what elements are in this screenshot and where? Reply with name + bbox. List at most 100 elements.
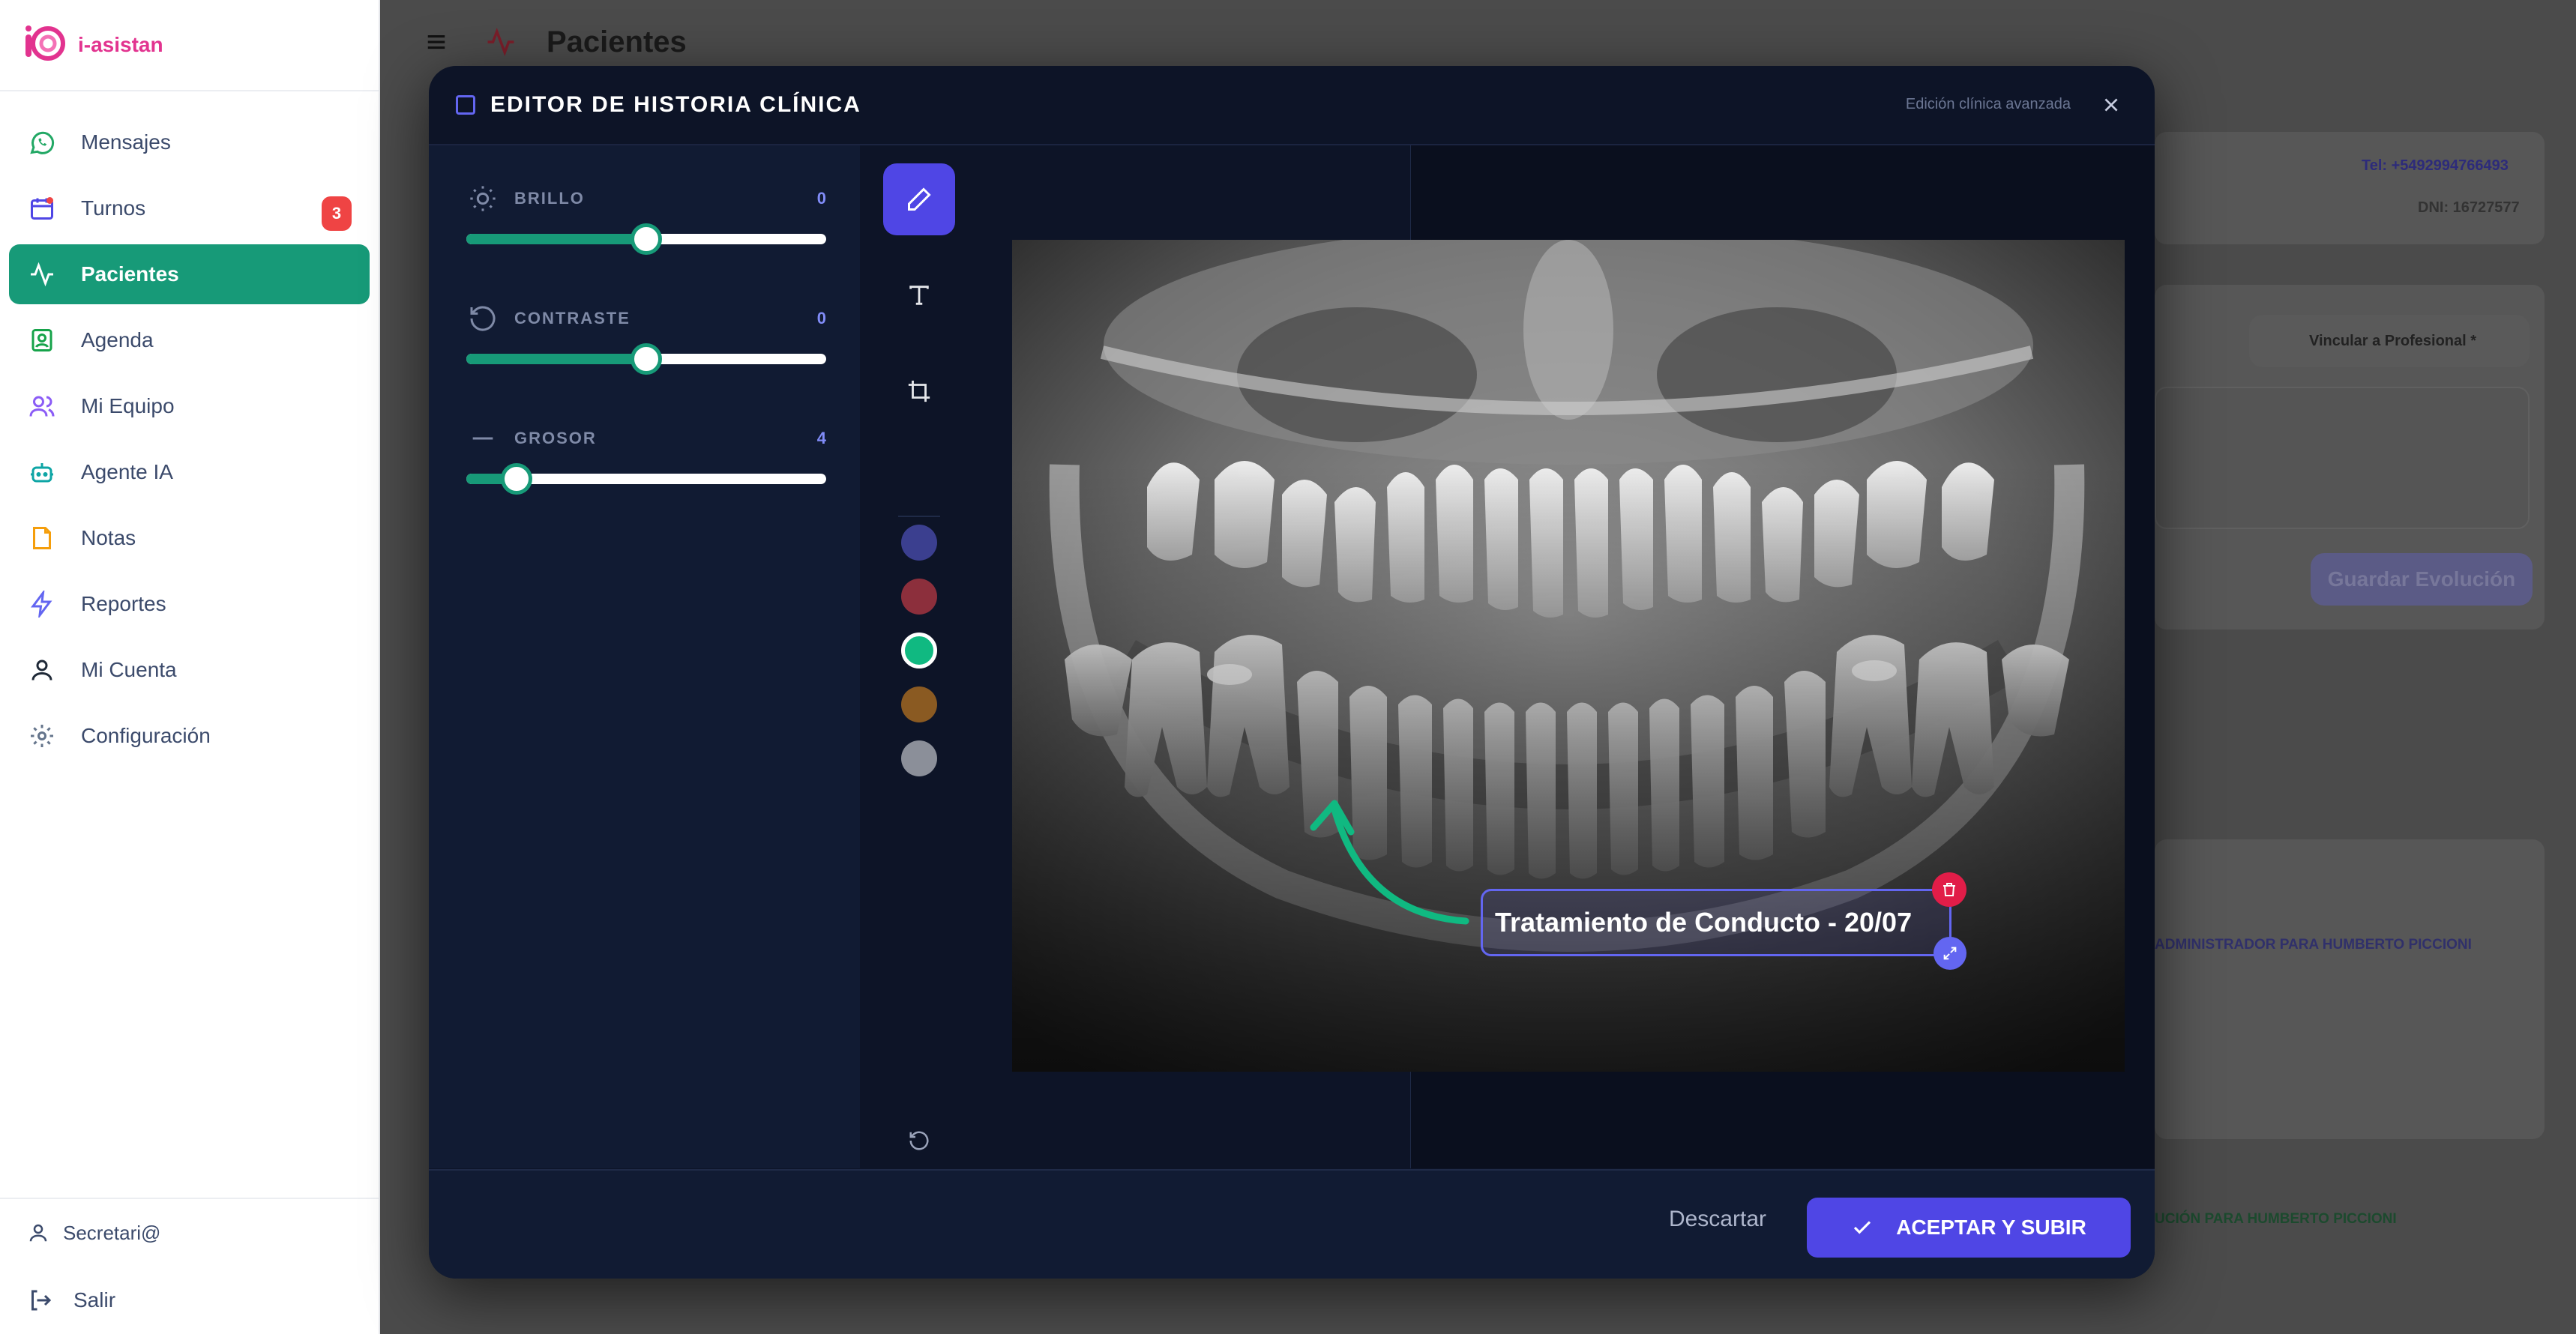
bot-icon — [27, 457, 57, 487]
delete-annotation-button[interactable] — [1932, 872, 1966, 907]
calendar-icon — [27, 193, 57, 223]
slider-value: 0 — [816, 189, 826, 208]
user-name: Secretari@ — [63, 1221, 161, 1244]
color-swatch[interactable] — [901, 525, 937, 561]
adjustments-panel: BRILLO 0 CONTRASTE 0 GROSOR 4 — [429, 145, 860, 1168]
modal-subtitle: Edición clínica avanzada — [1905, 96, 2071, 112]
logout-button[interactable]: Salir — [0, 1267, 379, 1334]
modal-header: EDITOR DE HISTORIA CLÍNICA Edición clíni… — [429, 66, 2155, 145]
brightness-control: BRILLO 0 — [466, 180, 826, 255]
history-card — [2155, 839, 2545, 1139]
sidebar-item-label: Agenda — [81, 328, 154, 351]
sidebar-item-label: Notas — [81, 526, 136, 549]
discard-button[interactable]: Descartar — [1669, 1207, 1766, 1232]
slider-label: CONTRASTE — [514, 309, 631, 328]
color-swatch[interactable] — [901, 579, 937, 615]
sidebar-item-label: Agente IA — [81, 460, 173, 483]
sidebar-item-label: Reportes — [81, 592, 166, 615]
menu-icon[interactable] — [425, 31, 448, 53]
sidebar-item-label: Pacientes — [81, 262, 179, 286]
tool-separator — [898, 516, 940, 517]
save-evolution-button[interactable]: Guardar Evolución — [2311, 553, 2533, 606]
sidebar-item-configuracion[interactable]: Configuración — [9, 706, 370, 766]
slider-thumb[interactable] — [631, 223, 662, 255]
sidebar-item-agente-ia[interactable]: Agente IA — [9, 442, 370, 502]
page-title: Pacientes — [547, 25, 687, 58]
sidebar-item-label: Configuración — [81, 724, 211, 747]
sidebar-item-agenda[interactable]: Agenda — [9, 310, 370, 370]
color-swatch[interactable] — [901, 740, 937, 776]
link-professional-select[interactable]: Vincular a Profesional * — [2249, 315, 2530, 367]
logout-icon — [27, 1287, 54, 1314]
modal-footer: Descartar ACEPTAR Y SUBIR — [429, 1169, 2155, 1279]
color-swatch[interactable] — [901, 686, 937, 722]
sidebar-item-mi-equipo[interactable]: Mi Equipo — [9, 376, 370, 436]
whatsapp-icon — [27, 127, 57, 157]
users-icon — [27, 391, 57, 421]
slider-fill — [466, 354, 646, 364]
sidebar-item-mensajes[interactable]: Mensajes — [9, 112, 370, 172]
patient-phone: Tel: +5492994766493 — [2362, 157, 2509, 174]
sidebar-item-turnos[interactable]: Turnos 3 — [9, 178, 370, 238]
pencil-icon — [908, 187, 931, 211]
thickness-slider[interactable] — [466, 463, 826, 495]
sun-icon — [466, 182, 499, 215]
color-swatch[interactable] — [901, 633, 937, 668]
link-professional-label: Vincular a Profesional * — [2309, 332, 2477, 349]
trash-icon — [1943, 883, 1955, 896]
thickness-control: GROSOR 4 — [466, 420, 826, 495]
crop-icon — [908, 380, 930, 402]
bolt-icon — [27, 589, 57, 619]
activity-icon — [27, 259, 57, 289]
sidebar-nav: Mensajes Turnos 3 Pacientes Agenda Mi Eq… — [0, 91, 379, 766]
minus-icon — [466, 422, 499, 455]
resize-icon — [1943, 947, 1957, 960]
check-icon — [1854, 1221, 1871, 1234]
accept-and-upload-button[interactable]: ACEPTAR Y SUBIR — [1807, 1198, 2131, 1258]
user-icon — [27, 1222, 49, 1244]
sidebar-footer: Secretari@ Salir — [0, 1198, 379, 1334]
patient-card — [2155, 132, 2545, 244]
contrast-slider[interactable] — [466, 343, 826, 375]
modal-title: EDITOR DE HISTORIA CLÍNICA — [490, 92, 861, 117]
current-user[interactable]: Secretari@ — [0, 1199, 379, 1267]
resize-annotation-handle[interactable] — [1933, 937, 1966, 970]
pencil-tool-button[interactable] — [883, 163, 955, 235]
slider-fill — [466, 234, 646, 244]
save-evolution-label: Guardar Evolución — [2327, 567, 2516, 591]
sidebar-item-notas[interactable]: Notas — [9, 508, 370, 568]
user-icon — [27, 655, 57, 685]
slider-thumb[interactable] — [501, 463, 533, 495]
logout-label: Salir — [73, 1288, 116, 1312]
reset-button[interactable] — [883, 1112, 955, 1169]
history-tag-evolution: UCIÓN PARA HUMBERTO PICCIONI — [2155, 1211, 2397, 1227]
slider-label: GROSOR — [514, 429, 597, 447]
slider-value: 4 — [816, 429, 826, 447]
slider-thumb[interactable] — [631, 343, 662, 375]
slider-label: BRILLO — [514, 189, 585, 208]
sidebar-item-label: Mi Equipo — [81, 394, 175, 417]
annotation-text: Tratamiento de Conducto - 20/07 — [1495, 907, 1913, 938]
brand[interactable]: i-asistan — [0, 0, 379, 91]
sidebar-item-pacientes[interactable]: Pacientes — [9, 244, 370, 304]
brand-name: i-asistan — [78, 33, 163, 56]
sidebar-item-label: Turnos — [81, 196, 146, 220]
brightness-slider[interactable] — [466, 223, 826, 255]
activity-icon — [485, 26, 517, 58]
contrast-control: CONTRASTE 0 — [466, 300, 826, 375]
contact-book-icon — [27, 325, 57, 355]
text-annotation[interactable]: Tratamiento de Conducto - 20/07 — [1481, 889, 1951, 956]
sidebar-item-mi-cuenta[interactable]: Mi Cuenta — [9, 640, 370, 700]
note-icon — [27, 523, 57, 553]
sidebar: i-asistan Mensajes Turnos 3 Pacientes Ag… — [0, 0, 380, 1334]
close-button[interactable] — [2095, 88, 2128, 121]
notification-badge: 3 — [322, 196, 352, 231]
accept-label: ACEPTAR Y SUBIR — [1896, 1216, 2086, 1239]
sidebar-item-reportes[interactable]: Reportes — [9, 574, 370, 634]
sidebar-item-label: Mensajes — [81, 130, 171, 154]
crop-tool-button[interactable] — [883, 355, 955, 427]
text-tool-button[interactable] — [883, 259, 955, 331]
evolution-textarea[interactable] — [2155, 387, 2530, 529]
undo-icon — [909, 1131, 929, 1150]
close-icon — [2104, 98, 2118, 112]
